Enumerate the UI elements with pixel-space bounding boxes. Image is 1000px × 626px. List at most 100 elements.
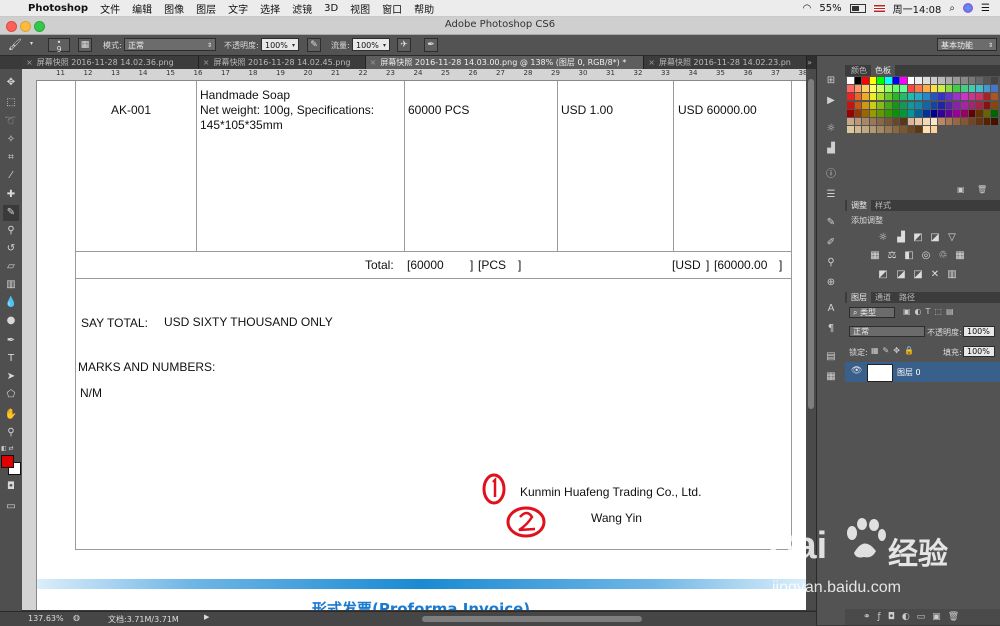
quick-mask-icon[interactable]: ◘ [3, 479, 19, 495]
swatch[interactable] [953, 93, 960, 101]
tab-styles[interactable]: 样式 [871, 200, 895, 211]
gradient-map-icon[interactable]: ▥ [946, 269, 958, 280]
invert-icon[interactable]: ◩ [877, 269, 889, 280]
document-tab-1[interactable]: × 屏幕快照 2016-11-28 14.02.36.png [22, 56, 199, 69]
swatch[interactable] [885, 77, 892, 84]
swatch[interactable] [938, 118, 945, 125]
swatch[interactable] [938, 85, 945, 93]
actions-panel-icon[interactable]: ▶ [824, 94, 838, 108]
swatch[interactable] [892, 109, 900, 117]
swatch[interactable] [900, 126, 907, 134]
blend-mode-select[interactable]: 正常 [849, 326, 925, 337]
swatch[interactable] [930, 118, 938, 125]
screen-mode-icon[interactable]: ▭ [3, 499, 19, 515]
swatch[interactable] [923, 93, 930, 101]
swatch[interactable] [892, 101, 900, 109]
zoom-level[interactable]: 137.63% [28, 614, 64, 623]
swatch[interactable] [953, 109, 960, 117]
swatch[interactable] [945, 93, 953, 101]
brush-tool-icon[interactable]: 🖌 [8, 38, 22, 51]
swatch[interactable] [945, 85, 953, 93]
swatch[interactable] [945, 109, 953, 117]
swatch[interactable] [869, 126, 877, 134]
menu-type[interactable]: 文字 [222, 1, 254, 16]
photo-filter-icon[interactable]: ◎ [920, 250, 932, 261]
menu-app-name[interactable]: Photoshop [22, 3, 94, 14]
size-pressure-icon[interactable]: ✒ [424, 38, 438, 52]
wifi-icon[interactable]: ◠ [803, 3, 812, 14]
black-white-icon[interactable]: ◧ [903, 250, 915, 261]
swatch[interactable] [862, 109, 869, 117]
swatch[interactable] [961, 77, 968, 84]
swatch[interactable] [869, 109, 877, 117]
swatch[interactable] [953, 85, 960, 93]
pen-tool-icon[interactable]: ✒ [3, 333, 19, 349]
adjustment-panel-icon[interactable]: ☼ [824, 122, 838, 136]
opacity-input[interactable]: 100% ▾ [261, 38, 299, 51]
swatch[interactable] [885, 126, 892, 134]
swatch[interactable] [945, 101, 953, 109]
swatch[interactable] [961, 85, 968, 93]
swatch[interactable] [877, 77, 884, 84]
swatch[interactable] [983, 93, 991, 101]
swatch[interactable] [900, 93, 907, 101]
swatch[interactable] [915, 85, 922, 93]
tab-swatches[interactable]: 色板 [871, 65, 895, 76]
visibility-eye-icon[interactable]: 👁 [851, 366, 862, 376]
layers-footer-buttons[interactable]: ⚭ƒ◘◐▭▣🗑 [845, 609, 1000, 625]
swatch[interactable] [923, 126, 930, 134]
quick-select-tool-icon[interactable]: ✧ [3, 132, 19, 148]
swatch[interactable] [991, 109, 998, 117]
swatch[interactable] [915, 118, 922, 125]
dodge-tool-icon[interactable]: ● [3, 313, 19, 329]
mode-select[interactable]: 正常 ⇕ [124, 38, 216, 51]
swatch[interactable] [862, 85, 869, 93]
menu-edit[interactable]: 编辑 [126, 1, 158, 16]
info-panel-icon[interactable]: ⓘ [824, 168, 838, 182]
swatch[interactable] [854, 77, 862, 84]
history-panel-icon[interactable]: ⊞ [824, 74, 838, 88]
blur-tool-icon[interactable]: 💧 [3, 295, 19, 311]
swatch[interactable] [991, 93, 998, 101]
brush-preset-picker[interactable]: • 9 [48, 38, 70, 54]
user-avatar-icon[interactable] [963, 3, 974, 13]
close-tab-icon[interactable]: × [203, 58, 210, 67]
swatch[interactable] [915, 101, 922, 109]
healing-brush-tool-icon[interactable]: ✚ [3, 187, 19, 203]
default-colors-icon[interactable]: ◧ ⇄ [1, 445, 14, 452]
new-swatch-icon[interactable]: ▣ [957, 185, 965, 194]
swatch[interactable] [961, 109, 968, 117]
swatch[interactable] [877, 109, 884, 117]
channel-mixer-icon[interactable]: ♲ [937, 250, 949, 261]
swatch[interactable] [930, 93, 938, 101]
swatch[interactable] [983, 77, 991, 84]
brush-panel-icon[interactable]: ✎ [824, 216, 838, 230]
swatch[interactable] [877, 85, 884, 93]
menu-window[interactable]: 窗口 [376, 1, 408, 16]
document-tab-3-active[interactable]: × 屏幕快照 2016-11-28 14.03.00.png @ 138% (图层… [365, 56, 645, 69]
swatch[interactable] [983, 85, 991, 93]
swatch[interactable] [976, 101, 983, 109]
swatch[interactable] [915, 93, 922, 101]
swatch[interactable] [854, 118, 862, 125]
swatch[interactable] [930, 77, 938, 84]
close-tab-icon[interactable]: × [370, 58, 377, 67]
menu-view[interactable]: 视图 [344, 1, 376, 16]
menu-file[interactable]: 文件 [94, 1, 126, 16]
swatch[interactable] [991, 77, 998, 84]
swatch[interactable] [885, 118, 892, 125]
swatch[interactable] [938, 101, 945, 109]
vibrance-icon[interactable]: ▽ [946, 232, 958, 243]
tab-color[interactable]: 颜色 [847, 65, 871, 76]
swatch[interactable] [847, 93, 854, 101]
swatch[interactable] [869, 85, 877, 93]
menu-3d[interactable]: 3D [318, 3, 344, 14]
swatch[interactable] [892, 93, 900, 101]
lock-options-icons[interactable]: ▦✎✥🔒 [871, 346, 918, 355]
clock[interactable]: 周一14:08 [893, 1, 942, 16]
layer-name[interactable]: 图层 0 [897, 367, 921, 378]
notes-panel-icon[interactable]: ▦ [824, 370, 838, 384]
swatch[interactable] [976, 109, 983, 117]
swatch[interactable] [847, 109, 854, 117]
path-select-tool-icon[interactable]: ➤ [3, 369, 19, 385]
